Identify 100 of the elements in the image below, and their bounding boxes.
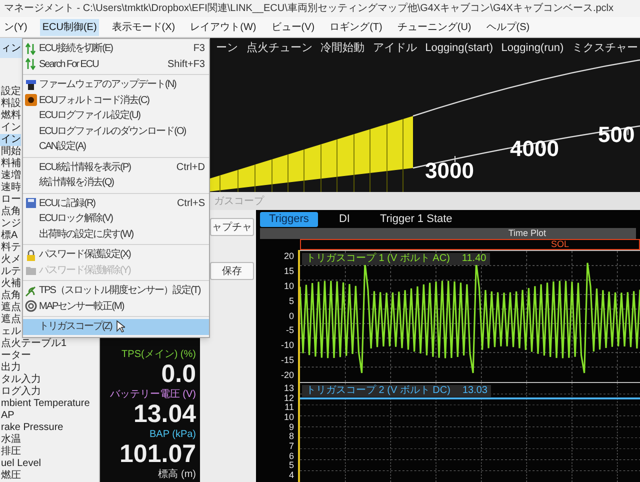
- scope-button[interactable]: ャプチャ: [210, 218, 254, 236]
- scope-button[interactable]: 保存: [210, 262, 254, 280]
- axis-tick-label: -20: [280, 371, 294, 380]
- axis-tick-label: 5: [288, 296, 294, 306]
- tuning-tab[interactable]: Logging(start): [425, 40, 493, 56]
- axis-tick-label: 7: [288, 442, 294, 451]
- menu-item[interactable]: Search For ECU Shift+F3: [23, 56, 209, 72]
- sidebar-item[interactable]: タル入力: [0, 374, 99, 386]
- gauge-label: TPS(メイン) (%): [122, 349, 196, 360]
- menu-item[interactable]: ファームウェアのアップデート(N): [23, 77, 209, 92]
- channel-bar-label: SOL: [550, 240, 569, 249]
- axis-tick-label: 11: [284, 403, 294, 412]
- menu-item[interactable]: TPS（スロットル開度センサー）設定(T): [23, 283, 209, 298]
- sidebar-item[interactable]: 水温: [0, 434, 99, 446]
- menu-item-label: ECUフォルトコード消去(C): [39, 94, 149, 108]
- axis-tick-label: 5: [288, 461, 294, 470]
- sidebar-item[interactable]: 排圧: [0, 446, 99, 458]
- tuning-tab[interactable]: 冷間始動: [320, 40, 365, 56]
- axis-tick-label: 10: [284, 412, 294, 422]
- axis-tick-label: -10: [280, 341, 294, 350]
- sidebar-item[interactable]: 出力: [0, 362, 99, 374]
- sidebar-item[interactable]: 点火テーブル1: [0, 338, 99, 350]
- menu-item[interactable]: パスワード保護設定(X): [23, 247, 209, 262]
- scope-tab[interactable]: DI: [330, 212, 359, 226]
- menu-item[interactable]: ECUロック解除(V): [23, 211, 209, 226]
- menu-item-label: Search For ECU: [39, 58, 98, 72]
- menu-shortcut: Shift+F3: [167, 58, 205, 72]
- warning-square-icon: [25, 94, 37, 106]
- tuning-tab[interactable]: ミクスチャー: [572, 40, 638, 56]
- menu-bar-item[interactable]: ン(Y): [2, 18, 30, 36]
- sidebar-item[interactable]: ーター: [0, 350, 99, 362]
- menu-item-label: パスワード保護設定(X): [39, 248, 130, 262]
- menu-item[interactable]: 出荷時の設定に戻す(W): [23, 226, 209, 242]
- menu-item[interactable]: MAPセンサー較正(M): [23, 298, 209, 314]
- axis-tick-label: 9: [288, 422, 294, 432]
- sidebar-item[interactable]: mbient Temperature: [0, 398, 99, 410]
- plot-title: Time Plot: [508, 228, 546, 239]
- menu-item-label: MAPセンサー較正(M): [39, 300, 124, 314]
- menu-item-label: ECUロック解除(V): [39, 212, 112, 226]
- menu-shortcut: Ctrl+S: [176, 196, 205, 211]
- menu-item-label: TPS（スロットル開度センサー）設定(T): [39, 284, 200, 298]
- menu-item-label: パスワード保護解除(Y): [39, 264, 130, 278]
- menu-bar-item[interactable]: レイアウト(W): [188, 18, 258, 36]
- sidebar-item[interactable]: 燃圧: [0, 470, 99, 482]
- axis-tick-label: -5: [286, 326, 294, 336]
- menu-bar-item[interactable]: 表示モード(X): [110, 18, 178, 36]
- scope-tab[interactable]: Trigger 1 State: [370, 212, 462, 226]
- rpm-scale-label: 3000: [425, 158, 474, 184]
- chip-icon: [25, 78, 37, 91]
- axis-tick-label: 8: [288, 432, 294, 442]
- menu-item-label: ECUログファイル設定(U): [39, 108, 140, 124]
- menu-item[interactable]: ECU統計情報を表示(P) Ctrl+D: [23, 160, 209, 175]
- axis-tick-label: 10: [284, 282, 294, 291]
- menu-item-label: ECU統計情報を表示(P): [39, 160, 130, 175]
- menu-bar-item[interactable]: ロギング(T): [328, 18, 384, 36]
- sidebar-item[interactable]: ログ入力: [0, 386, 99, 398]
- sidebar-item[interactable]: AP: [0, 410, 99, 422]
- axis-tick-label: 4: [288, 470, 294, 480]
- tuning-tab[interactable]: Logging(run): [501, 40, 564, 56]
- menu-item[interactable]: ECUフォルトコード消去(C): [23, 92, 209, 108]
- menu-item[interactable]: ECUに記録(R) Ctrl+S: [23, 196, 209, 211]
- menu-item[interactable]: トリガスコープ(Z): [23, 319, 209, 334]
- window-title: マネージメント - C:\Users\tmktk\Dropbox\EFI関連\LINK__ECU\車両別セッティングマップ他\G4Xキャブコン\G4Xキャブコンベース.pclx: [4, 2, 614, 16]
- mouse-pointer-icon: [116, 320, 125, 334]
- tuning-tab[interactable]: 点火チューン: [246, 40, 312, 56]
- tuning-tab[interactable]: アイドル: [372, 40, 417, 56]
- menu-item-label: CAN設定(A): [39, 140, 86, 154]
- channel-reading: 13.03: [462, 385, 488, 397]
- axis-tick-label: 12: [284, 394, 294, 403]
- axis-tick-label: 20: [284, 252, 294, 261]
- tuning-tab[interactable]: ーン: [216, 40, 238, 56]
- channel-name: トリガスコープ 1 (V ボルト AC): [306, 253, 450, 265]
- menu-bar-item[interactable]: ビュー(V): [269, 18, 317, 36]
- channel-name: トリガスコープ 2 (V ボルト DC): [306, 385, 450, 397]
- menu-item[interactable]: ECUログファイル設定(U): [23, 108, 209, 124]
- menu-item-label: 出荷時の設定に戻す(W): [39, 228, 134, 242]
- menu-item[interactable]: ECUログファイルのダウンロード(O): [23, 124, 209, 139]
- axis-tick-label: 6: [288, 452, 294, 461]
- menu-item[interactable]: CAN設定(A): [23, 139, 209, 154]
- channel-reading: 11.40: [462, 253, 486, 265]
- rpm-scale-label: 4000: [510, 136, 559, 162]
- rpm-scale-label: 500: [598, 122, 635, 148]
- menu-bar-item[interactable]: ECU制御(E): [40, 18, 99, 36]
- scope-tab[interactable]: Triggers: [260, 212, 318, 226]
- menu-item[interactable]: 統計情報を消去(Q): [23, 175, 209, 190]
- sidebar-item[interactable]: rake Pressure: [0, 422, 99, 434]
- menu-item[interactable]: ECU接続を切断(E) F3: [23, 41, 209, 56]
- gauge-value: 101.07: [120, 440, 196, 468]
- menu-item-label: ECUに記録(R): [39, 196, 95, 211]
- save-icon: [25, 197, 37, 210]
- sidebar-item[interactable]: イン: [0, 134, 21, 146]
- menu-bar-item[interactable]: チューニング(U): [395, 18, 474, 36]
- arrows-icon: [25, 58, 37, 70]
- lock-icon: [25, 248, 37, 261]
- menu-bar-item[interactable]: ヘルプ(S): [484, 18, 532, 36]
- axis-tick-label: 15: [284, 266, 294, 276]
- sidebar-item[interactable]: uel Level: [0, 458, 99, 470]
- gauge-label: BAP (kPa): [150, 429, 196, 440]
- gauge-value: 0.0: [161, 360, 196, 388]
- gauge-value: 13.04: [133, 400, 196, 428]
